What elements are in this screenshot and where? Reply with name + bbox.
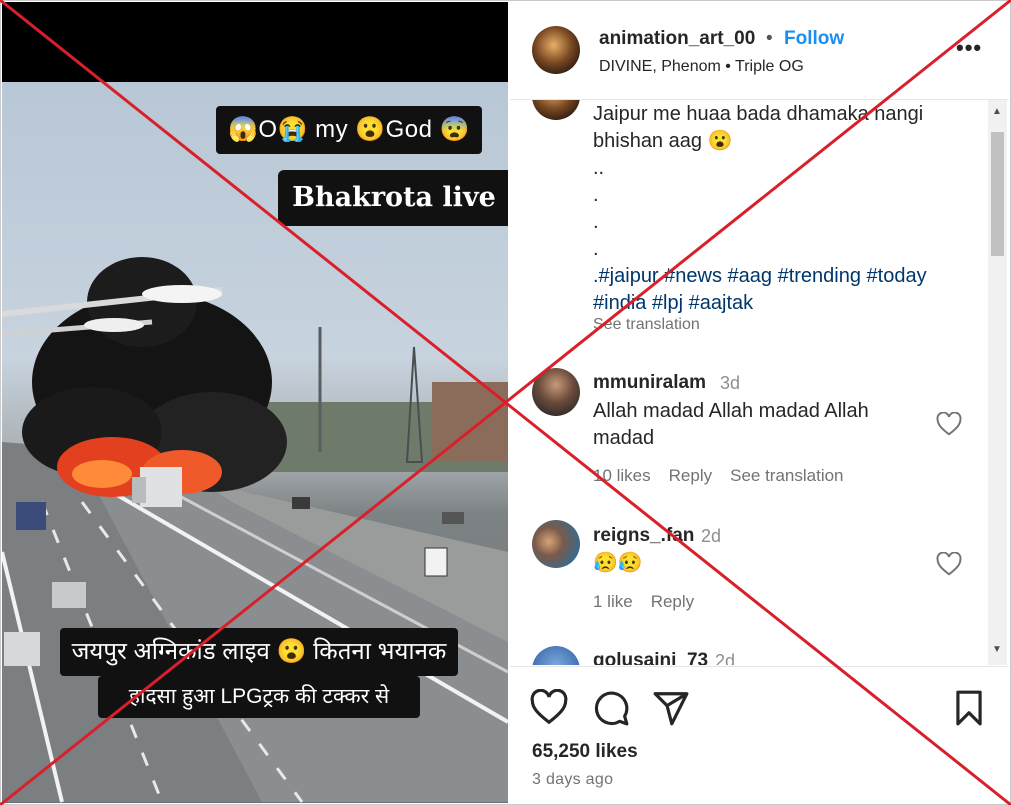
caption-line: Jaipur me huaa bada dhamaka nangi — [593, 103, 924, 125]
commenter-avatar[interactable] — [532, 368, 580, 416]
header-separator: • — [766, 28, 773, 49]
commenter-avatar[interactable] — [532, 520, 580, 568]
scroll-down-arrow-icon[interactable]: ▼ — [992, 644, 1002, 655]
video-overlay-omg: 😱O😭 my 😮God 😨 — [216, 106, 482, 154]
post-details-panel: animation_art_00 • Follow DIVINE, Phenom… — [510, 2, 1009, 803]
share-icon[interactable] — [652, 689, 690, 727]
video-overlay-hindi-line2: हादसा हुआ LPGट्रक की टक्कर से — [98, 676, 420, 718]
post-like-count[interactable]: 65,250 likes — [532, 741, 638, 763]
comment-time: 2d — [715, 651, 736, 665]
comment-username[interactable]: golusaini_73 — [593, 650, 708, 665]
caption-hashtags[interactable]: .#jaipur #news #aag #trending #today — [593, 263, 968, 290]
video-overlay-hindi-line1: जयपुर अग्निकांड लाइव 😮 कितना भयानक — [60, 628, 458, 676]
scrollbar-thumb[interactable] — [991, 132, 1004, 256]
comment-time: 2d — [701, 526, 722, 546]
comments-scroll-area[interactable]: Jaipur me huaa bada dhamaka nangi bhisha… — [510, 100, 1009, 665]
comment-meta: 1 like Reply — [593, 592, 712, 612]
like-heart-icon[interactable] — [530, 689, 568, 727]
video-overlay-location: Bhakrota live — [278, 170, 508, 226]
comment-username[interactable]: reigns_.fan — [593, 525, 694, 547]
comment-text: Allah madad Allah madad Allah madad — [593, 400, 869, 449]
caption-line: . — [593, 238, 599, 260]
caption-hashtags[interactable]: #india #lpj #aajtak — [593, 290, 968, 317]
author-username[interactable]: animation_art_00 — [599, 28, 755, 50]
post-actions: 65,250 likes 3 days ago — [510, 666, 1009, 804]
caption-line: .. — [593, 157, 605, 179]
caption-line: . — [593, 211, 599, 233]
caption-line: bhishan aag 😮 — [593, 130, 733, 152]
comment-time: 3d — [720, 373, 741, 393]
bookmark-icon[interactable] — [950, 689, 988, 727]
post-caption: Jaipur me huaa bada dhamaka nangi bhisha… — [593, 101, 968, 317]
comment-username[interactable]: mmuniralam — [593, 372, 706, 394]
comment-like-heart-icon[interactable] — [936, 412, 962, 436]
comment-likes[interactable]: 1 like — [593, 592, 633, 611]
comments-scrollbar[interactable]: ▲ ▼ — [988, 100, 1007, 665]
comment-like-heart-icon[interactable] — [936, 552, 962, 576]
post-timestamp: 3 days ago — [532, 771, 614, 788]
comment-reply[interactable]: Reply — [651, 592, 694, 611]
comment-icon[interactable] — [592, 689, 630, 727]
commenter-avatar[interactable] — [532, 646, 580, 665]
more-options-icon[interactable]: ••• — [956, 35, 982, 61]
caption-line: . — [593, 184, 599, 206]
comment-likes[interactable]: 10 likes — [593, 466, 651, 485]
caption-author-avatar[interactable] — [532, 100, 580, 120]
comment-text: 😥😥 — [593, 552, 643, 574]
caption-see-translation[interactable]: See translation — [593, 316, 700, 334]
audio-track-link[interactable]: DIVINE, Phenom • Triple OG — [599, 58, 804, 76]
reel-video[interactable]: 😱O😭 my 😮God 😨 Bhakrota live जयपुर अग्निक… — [2, 2, 508, 803]
author-avatar[interactable] — [532, 26, 580, 74]
comment-meta: 10 likes Reply See translation — [593, 466, 862, 486]
comment-see-translation[interactable]: See translation — [730, 466, 843, 485]
post-header: animation_art_00 • Follow DIVINE, Phenom… — [510, 2, 1009, 100]
comment-reply[interactable]: Reply — [669, 466, 712, 485]
follow-button[interactable]: Follow — [784, 28, 844, 50]
scroll-up-arrow-icon[interactable]: ▲ — [992, 106, 1002, 117]
